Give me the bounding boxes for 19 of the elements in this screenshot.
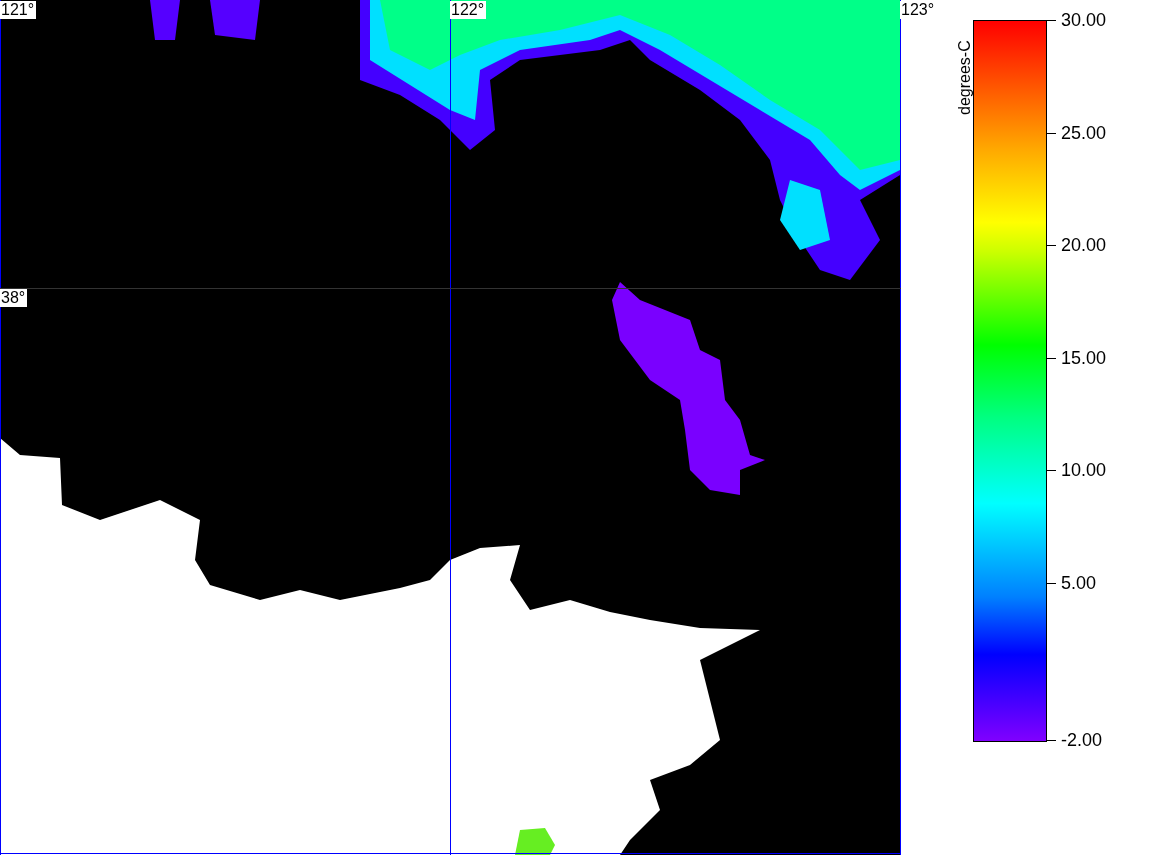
latitude-label: 38° — [0, 289, 28, 307]
colorbar-tick-label: 30.00 — [1061, 10, 1107, 30]
colorbar-tick-label: 15.00 — [1061, 347, 1107, 368]
longitude-label: 123° — [900, 1, 937, 19]
colorbar-tick-label: 25.00 — [1061, 122, 1107, 143]
colorbar-tick-label: 10.00 — [1061, 460, 1107, 480]
colorbar-tick-label: 5.00 — [1061, 572, 1097, 593]
longitude-label: 121° — [0, 1, 37, 19]
colorbar-tick — [1046, 357, 1056, 359]
colorbar-tick — [1046, 470, 1056, 471]
colorbar-tick-label: -2.00 — [1061, 730, 1103, 750]
longitude-label: 122° — [450, 1, 487, 19]
colorbar-tick — [1046, 245, 1056, 246]
colorbar-title: degrees-C — [956, 40, 974, 115]
colorbar-tick — [1046, 582, 1056, 584]
colorbar-tick — [1046, 20, 1056, 21]
colorbar-tick — [1046, 740, 1056, 741]
colorbar-tick-label: 20.00 — [1061, 235, 1107, 255]
colorbar-tick — [1046, 132, 1056, 134]
